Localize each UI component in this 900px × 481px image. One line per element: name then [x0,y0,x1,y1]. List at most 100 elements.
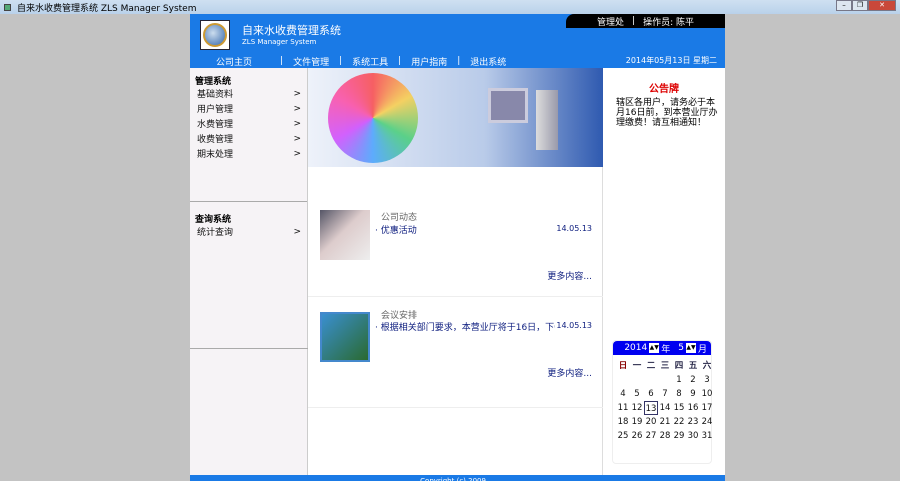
footer: Copyright (c) 2009 ... [190,475,725,481]
minimize-button[interactable]: – [836,0,852,11]
sidebar-item[interactable]: 用户管理 > [190,101,307,116]
chevron-right-icon: > [293,148,301,159]
sidebar-item[interactable]: 水费管理 > [190,116,307,131]
weekday-label: 二 [646,361,656,371]
nav-tools[interactable]: 系统工具 [342,55,398,68]
calendar-day[interactable]: 27 [644,429,658,443]
calendar-day[interactable]: 9 [686,387,700,401]
calendar-day[interactable]: 19 [630,415,644,429]
weekday-label: 一 [632,361,642,371]
app-icon [4,3,11,11]
calendar-day[interactable]: 15 [672,401,686,415]
calendar: 2014 ▲▼ 年 5 ▲▼ 月 日一二三四五六 1 2 3 4 5 6 7 8 9 10 11 12 1… [612,340,712,464]
calendar-day[interactable]: 24 [700,415,714,429]
sidebar-item-label: 用户管理 [197,105,234,115]
month-spinner[interactable]: ▲▼ [685,343,696,353]
bulletin-title: 公告牌 [649,84,679,95]
calendar-header: 2014 ▲▼ 年 5 ▲▼ 月 [613,341,711,355]
calendar-day[interactable]: 20 [644,415,658,429]
news-date: 14.05.13 [556,321,592,330]
banner-image [308,68,603,167]
calendar-day[interactable]: 18 [616,415,630,429]
operator-label: 操作员: 陈平 [643,17,694,28]
calendar-day[interactable]: 31 [700,429,714,443]
calendar-day-today[interactable]: 13 [644,401,658,415]
weekday-label: 三 [660,361,670,371]
nav-home[interactable]: 公司主页 [190,55,280,68]
section-title-management: 管理系统 [195,77,232,87]
calendar-day[interactable]: 29 [672,429,686,443]
bulletin-text: 辖区各用户，请务必于本月16日前，到本营业厅办理缴费！请互相通知！ [616,98,718,128]
window-title: 自来水收费管理系统 ZLS Manager System [17,3,197,14]
more-link[interactable]: 更多内容... [547,366,592,379]
chevron-right-icon: > [293,88,301,99]
news-thumbnail-photo [320,210,370,260]
chevron-right-icon: > [293,133,301,144]
app-title: 自来水收费管理系统 [242,24,341,37]
sidebar-item[interactable]: 期末处理 > [190,146,307,161]
nav-exit[interactable]: 退出系统 [460,55,516,68]
close-button[interactable]: ✕ [868,0,896,11]
calendar-grid: 日一二三四五六 1 2 3 4 5 6 7 8 9 10 11 12 13 14 15 16 17 18 19 20 21… [613,355,714,443]
nav-guide[interactable]: 用户指南 [401,55,457,68]
calendar-day[interactable]: 8 [672,387,686,401]
dept-label: 管理处 [597,17,625,28]
swirl-graphic [328,73,418,163]
calendar-day[interactable]: 14 [658,401,672,415]
sidebar-item[interactable]: 统计查询 > [190,224,307,239]
chevron-right-icon: > [293,118,301,129]
month-label: 月 [697,344,707,355]
calendar-day[interactable]: 17 [700,401,714,415]
news-heading: 公司动态 [381,213,418,223]
nav-files[interactable]: 文件管理 [283,55,339,68]
sidebar: 管理系统 基础资料 > 用户管理 > 水费管理 > 收费管理 > 期末处理 > 查询系统 统计查询… [190,68,308,475]
news-thumbnail-icon [320,312,370,362]
calendar-day[interactable]: 6 [644,387,658,401]
empty-cell [630,373,644,387]
news-block-meeting: 会议安排 · 根据相关部门要求，本营业厅将于16日，下午38 14.05.13 … [308,298,603,408]
sidebar-item[interactable]: 收费管理 > [190,131,307,146]
year-label: 年 [661,344,671,355]
calendar-day[interactable]: 28 [658,429,672,443]
chevron-right-icon: > [293,103,301,114]
app-subtitle: ZLS Manager System [242,38,317,46]
more-link[interactable]: 更多内容... [547,269,592,282]
news-panel: 公司动态 · 优惠活动 14.05.13 更多内容... 会议安排 · 根据相关… [308,167,603,475]
calendar-day[interactable]: 22 [672,415,686,429]
section-title-query: 查询系统 [195,215,232,225]
calendar-day[interactable]: 5 [630,387,644,401]
sidebar-item-label: 期末处理 [197,150,234,160]
calendar-day[interactable]: 4 [616,387,630,401]
sidebar-item-label: 水费管理 [197,120,234,130]
empty-cell [658,373,672,387]
year-spinner[interactable]: ▲▼ [649,343,660,353]
sidebar-item-label: 收费管理 [197,135,234,145]
divider [190,348,308,349]
calendar-day[interactable]: 10 [700,387,714,401]
weekday-label: 日 [618,361,628,371]
calendar-day[interactable]: 1 [672,373,686,387]
calendar-day[interactable]: 2 [686,373,700,387]
calendar-day[interactable]: 23 [686,415,700,429]
calendar-day[interactable]: 21 [658,415,672,429]
calendar-day[interactable]: 26 [630,429,644,443]
calendar-day[interactable]: 11 [616,401,630,415]
weekday-label: 六 [702,361,712,371]
calendar-day[interactable]: 16 [686,401,700,415]
computer-tower-graphic [536,90,558,150]
calendar-month: 5 [678,343,684,353]
news-link[interactable]: · 优惠活动 [375,223,555,236]
news-link[interactable]: · 根据相关部门要求，本营业厅将于16日，下午38 [375,320,555,333]
calendar-day[interactable]: 12 [630,401,644,415]
current-date: 2014年05月13日 星期二 [625,56,717,65]
user-bar: 管理处 | 操作员: 陈平 [566,14,725,28]
calendar-day[interactable]: 25 [616,429,630,443]
calendar-day[interactable]: 30 [686,429,700,443]
sidebar-item[interactable]: 基础资料 > [190,86,307,101]
logo-globe-icon [200,20,230,50]
calendar-day[interactable]: 7 [658,387,672,401]
weekday-label: 四 [674,361,684,371]
restore-button[interactable]: ❐ [852,0,868,11]
empty-cell [616,373,630,387]
calendar-day[interactable]: 3 [700,373,714,387]
